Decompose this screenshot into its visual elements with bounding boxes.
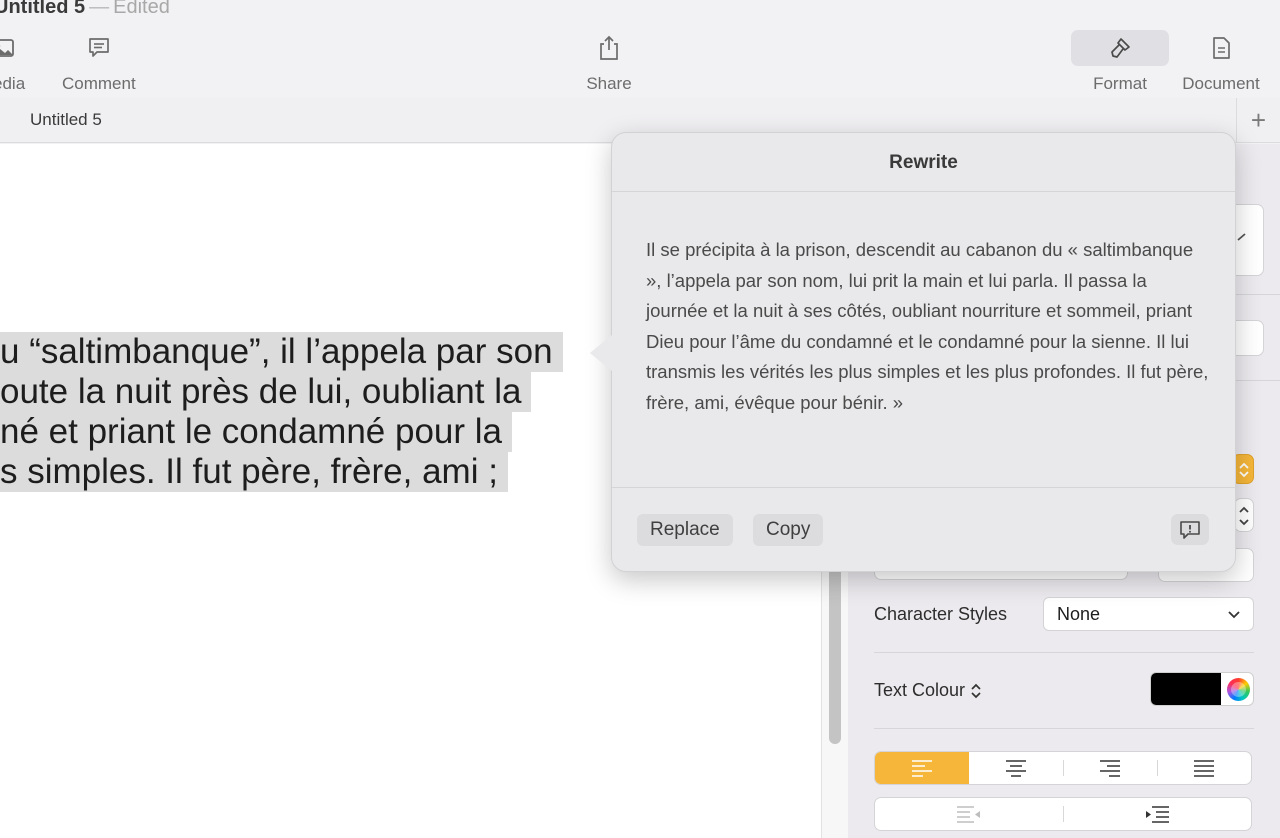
selected-text-line[interactable]: s simples. Il fut père, frère, ami ; — [0, 452, 508, 492]
document-label: Document — [1182, 74, 1260, 93]
divider — [612, 487, 1235, 488]
divider — [612, 191, 1235, 192]
window-title: Untitled 5— Edited — [0, 0, 170, 19]
text-colour-row: Text Colour — [874, 680, 982, 701]
decrease-indent-button[interactable] — [875, 798, 1063, 830]
edited-status: Edited — [113, 0, 170, 18]
align-right-button[interactable] — [1063, 752, 1157, 784]
text-colour-label: Text Colour — [874, 680, 966, 700]
share-button[interactable]: Share — [579, 30, 639, 98]
indent-control — [874, 797, 1252, 831]
share-icon — [579, 30, 639, 66]
font-size-stepper[interactable] — [1234, 498, 1254, 532]
align-left-button[interactable] — [875, 752, 969, 784]
popover-title: Rewrite — [889, 152, 958, 173]
text-colour-swatch[interactable] — [1151, 673, 1221, 705]
toolbar: Untitled 5—Edited Media Comment Share Fo… — [0, 0, 1280, 98]
comment-label: Comment — [62, 74, 136, 93]
share-label: Share — [586, 74, 632, 93]
document-name: Untitled 5 — [0, 0, 86, 18]
document-button[interactable]: Document — [1178, 30, 1264, 98]
format-button[interactable]: Format — [1071, 30, 1169, 98]
paintbrush-icon — [1071, 30, 1169, 66]
media-button[interactable]: Media — [0, 30, 32, 98]
add-tab-button[interactable]: + — [1236, 98, 1280, 142]
align-center-button[interactable] — [969, 752, 1063, 784]
title-separator: — — [89, 0, 110, 18]
feedback-icon — [1180, 520, 1200, 539]
tab-untitled-5[interactable]: Untitled 5 — [30, 110, 102, 130]
chevron-down-icon — [1228, 611, 1240, 619]
align-left-icon — [912, 760, 932, 777]
increase-indent-icon — [1146, 806, 1169, 823]
selected-text-line[interactable]: né et priant le condamné pour la — [0, 412, 512, 452]
selected-text-line[interactable]: u “saltimbanque”, il l’appela par son — [0, 332, 563, 372]
justify-button[interactable] — [1157, 752, 1251, 784]
document-icon — [1178, 30, 1264, 66]
up-down-chevron-icon[interactable] — [970, 682, 982, 700]
decrease-indent-icon — [957, 806, 980, 823]
character-styles-select[interactable]: None — [1043, 597, 1254, 631]
character-styles-label: Character Styles — [874, 604, 1008, 624]
divider — [874, 652, 1254, 653]
format-label: Format — [1093, 74, 1147, 93]
align-right-icon — [1100, 760, 1120, 777]
comment-icon — [69, 30, 129, 66]
popover-arrow — [590, 335, 612, 371]
increase-indent-button[interactable] — [1063, 798, 1251, 830]
replace-button[interactable]: Replace — [637, 514, 733, 546]
character-styles-value: None — [1057, 603, 1101, 624]
align-center-icon — [1006, 760, 1026, 777]
comment-button[interactable]: Comment — [62, 30, 136, 98]
rewritten-text: Il se précipita à la prison, descendit a… — [646, 239, 1209, 413]
justify-icon — [1194, 760, 1214, 777]
rewrite-popover: Rewrite Il se précipita à la prison, des… — [611, 132, 1236, 572]
text-colour-well[interactable] — [1150, 672, 1254, 706]
copy-button[interactable]: Copy — [753, 514, 824, 546]
alignment-control — [874, 751, 1252, 785]
media-label: Media — [0, 74, 26, 93]
selected-text-line[interactable]: oute la nuit près de lui, oubliant la — [0, 372, 532, 412]
photo-icon — [0, 30, 32, 66]
divider — [874, 728, 1254, 729]
feedback-button[interactable] — [1171, 514, 1209, 545]
colour-wheel-icon[interactable] — [1227, 678, 1250, 701]
